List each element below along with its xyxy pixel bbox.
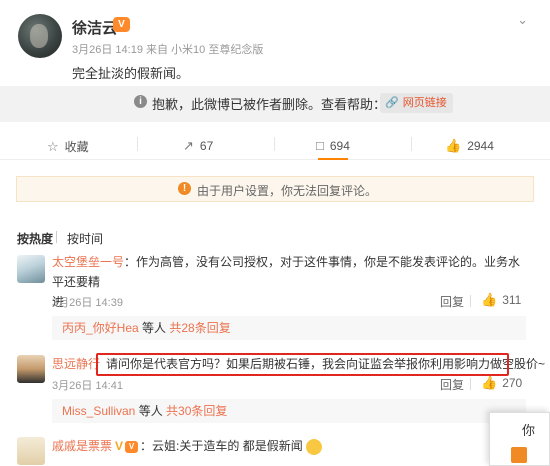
sub-replies-box[interactable]: 丙丙_你好Hea 等人 共28条回复 (52, 316, 526, 340)
comment-time: 3月26日 14:39 (52, 297, 123, 309)
link-icon: 🔗 (385, 97, 399, 109)
author-avatar[interactable] (18, 14, 62, 58)
verified-v-icon: V (115, 439, 124, 453)
vip-badge-icon: V (125, 440, 139, 453)
reply-divider (470, 378, 471, 390)
post-text: 完全扯淡的假新闻。 (72, 66, 190, 81)
comment-like-count: 311 (502, 293, 522, 307)
chevron-down-icon[interactable]: ⌄ (517, 12, 528, 28)
action-divider (411, 137, 412, 151)
reply-button[interactable]: 回复 (440, 376, 464, 393)
sub-reply-user[interactable]: Miss_Sullivan (62, 404, 135, 418)
like-count: 2944 (467, 139, 494, 153)
comment-time: 3月26日 14:41 (52, 380, 123, 392)
highlight-annotation-box (96, 353, 509, 376)
sub-reply-count[interactable]: 共28条回复 (169, 321, 230, 335)
comment-button[interactable]: □ 694 (316, 138, 350, 153)
repost-button[interactable]: ↗ 67 (183, 138, 213, 154)
thumbs-up-icon: 👍 (481, 375, 498, 390)
repost-count: 67 (199, 139, 214, 153)
warning-icon: ! (178, 182, 191, 195)
like-button[interactable]: 👍 2944 (445, 138, 494, 154)
sort-by-hot-tab[interactable]: 按热度 (17, 230, 53, 247)
sort-by-time-tab[interactable]: 按时间 (67, 230, 103, 247)
thumbs-up-icon: 👍 (445, 138, 462, 153)
favorite-label: 收藏 (64, 140, 89, 154)
notice-text: 由于用户设置，你无法回复评论。 (197, 184, 378, 198)
help-link-button[interactable]: 🔗 网页链接 (380, 93, 453, 113)
comment-body: ：云姐:关于造车的 都是假新闻 (140, 439, 303, 453)
sub-replies-box[interactable]: Miss_Sullivan 等人 共30条回复 (52, 399, 526, 423)
post-meta: 3月26日 14:19 来自 小米10 至尊纪念版 (72, 44, 264, 56)
author-name[interactable]: 徐洁云 (72, 17, 117, 38)
weibo-post-card: 徐洁云 V ⌄ 3月26日 14:19 来自 小米10 至尊纪念版 完全扯淡的假… (0, 0, 550, 466)
action-divider (274, 137, 275, 151)
commenter-name[interactable]: 戚戚是票票 (52, 439, 112, 453)
vip-badge-icon: V (113, 17, 130, 32)
popup-app-icon (511, 447, 527, 463)
comment-like-button[interactable]: 👍 270 (481, 375, 522, 391)
sort-divider (56, 231, 57, 243)
thumbs-up-icon: 👍 (481, 292, 498, 307)
commenter-avatar[interactable] (17, 355, 45, 383)
reply-button[interactable]: 回复 (440, 293, 464, 310)
commenter-avatar[interactable] (17, 437, 45, 465)
comment-like-button[interactable]: 👍 311 (481, 292, 521, 308)
sub-reply-user[interactable]: 丙丙_你好Hea (62, 321, 139, 335)
commenter-name[interactable]: 思远静行 (52, 357, 100, 371)
help-link-label: 网页链接 (402, 97, 447, 109)
deleted-notice: 抱歉，此微博已被作者删除。查看帮助： (152, 97, 387, 112)
favorite-button[interactable]: ☆ 收藏 (47, 138, 89, 155)
repost-icon: ↗ (183, 138, 194, 153)
comment-icon: □ (316, 138, 324, 153)
commenter-name[interactable]: 太空堡垒一号 (52, 255, 124, 269)
comment-text: 戚戚是票票 V V ：云姐:关于造车的 都是假新闻 (52, 436, 322, 456)
action-divider (137, 137, 138, 151)
reply-divider (470, 295, 471, 307)
sub-reply-text: 等人 (135, 404, 167, 418)
active-tab-underline (318, 158, 348, 160)
popup-text: 你 (522, 423, 536, 438)
star-icon: ☆ (47, 138, 59, 154)
emoji-icon (305, 438, 322, 455)
commenter-avatar[interactable] (17, 255, 45, 283)
comment-count: 694 (329, 138, 350, 153)
sub-reply-count[interactable]: 共30条回复 (166, 404, 227, 418)
comment-like-count: 270 (502, 376, 523, 390)
sub-reply-text: 等人 (138, 321, 170, 335)
info-icon: i (134, 95, 147, 108)
